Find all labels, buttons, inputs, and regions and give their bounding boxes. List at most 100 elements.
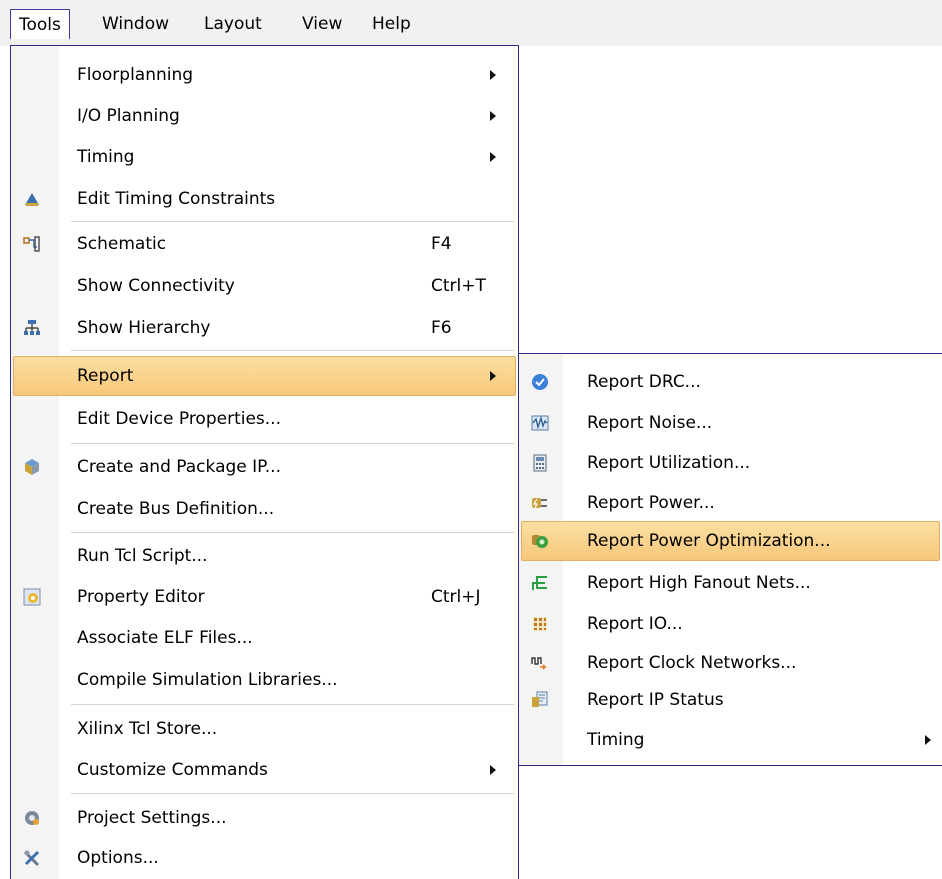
menu-help[interactable]: Help [364,9,419,39]
menu-item-create-bus-definition[interactable]: Create Bus Definition... [13,489,516,529]
menu-item-label: Report Noise... [587,413,713,433]
menu-item-label: Property Editor [77,587,205,607]
menu-item-run-tcl-script[interactable]: Run Tcl Script... [13,536,516,576]
menu-window[interactable]: Window [94,9,177,39]
menu-item-customize-commands[interactable]: Customize Commands [13,750,516,790]
menu-item-label: Options... [77,848,159,868]
menu-item-associate-elf-files[interactable]: Associate ELF Files... [13,618,516,658]
menu-item-show-connectivity[interactable]: Show Connectivity Ctrl+T [13,266,516,306]
report-submenu: Report DRC... Report Noise... Report Uti… [518,353,942,766]
menu-item-edit-timing-constraints[interactable]: Edit Timing Constraints [13,179,516,219]
project-settings-icon [23,809,41,827]
menu-layout-label: Layout [204,14,262,34]
menu-separator [71,793,514,794]
menu-item-label: Report Clock Networks... [587,653,797,673]
menu-item-label: Report IO... [587,614,683,634]
menu-item-report[interactable]: Report [13,356,516,396]
menu-bar: Tools Window Layout View Help [0,0,942,46]
menu-item-label: Schematic [77,234,167,254]
hierarchy-icon [23,319,41,337]
menu-tools[interactable]: Tools [10,9,70,39]
menu-item-label: Report Power Optimization... [587,531,831,551]
menu-item-label: Timing [77,147,135,167]
menu-item-report-clock-networks[interactable]: Report Clock Networks... [521,643,940,683]
menu-item-xilinx-tcl-store[interactable]: Xilinx Tcl Store... [13,709,516,749]
menu-item-report-utilization[interactable]: Report Utilization... [521,443,940,483]
options-icon [23,849,41,867]
menu-item-floorplanning[interactable]: Floorplanning [13,55,516,95]
menu-item-label: Customize Commands [77,760,268,780]
submenu-arrow-icon [490,371,496,381]
menu-item-shortcut: F4 [431,234,452,254]
menu-separator [71,221,514,222]
menu-item-report-ip-status[interactable]: Report IP Status [521,680,940,720]
menu-item-label: Report [77,366,134,386]
menu-layout[interactable]: Layout [196,9,270,39]
submenu-arrow-icon [490,152,496,162]
utilization-icon [531,454,549,472]
submenu-arrow-icon [490,70,496,80]
menu-item-label: Run Tcl Script... [77,546,208,566]
package-ip-icon [23,458,41,476]
menu-item-label: Create Bus Definition... [77,499,275,519]
menu-help-label: Help [372,14,411,34]
menu-item-schematic[interactable]: Schematic F4 [13,224,516,264]
menu-item-label: Show Hierarchy [77,318,211,338]
menu-item-report-noise[interactable]: Report Noise... [521,403,940,443]
submenu-arrow-icon [490,765,496,775]
menu-item-shortcut: Ctrl+T [431,276,486,296]
menu-item-label: Timing [587,730,645,750]
fanout-nets-icon [531,574,549,592]
menu-item-project-settings[interactable]: Project Settings... [13,798,516,838]
tools-menu: Floorplanning I/O Planning Timing Edit T… [10,45,519,879]
submenu-arrow-icon [490,111,496,121]
menu-item-compile-simulation-libraries[interactable]: Compile Simulation Libraries... [13,660,516,700]
menu-window-label: Window [102,14,170,34]
menu-item-shortcut: F6 [431,318,452,338]
menu-item-label: Create and Package IP... [77,457,281,477]
menu-item-report-timing[interactable]: Timing [521,720,940,760]
menu-item-label: Report IP Status [587,690,724,710]
submenu-arrow-icon [925,735,931,745]
menu-item-label: I/O Planning [77,106,180,126]
ip-status-icon [531,691,549,709]
power-optimization-icon [531,532,549,550]
menu-item-report-high-fanout-nets[interactable]: Report High Fanout Nets... [521,563,940,603]
menu-item-io-planning[interactable]: I/O Planning [13,96,516,136]
menu-item-report-power-optimization[interactable]: Report Power Optimization... [521,521,940,561]
menu-item-label: Edit Timing Constraints [77,189,276,209]
menu-item-label: Compile Simulation Libraries... [77,670,338,690]
clock-networks-icon [531,654,549,672]
menu-item-label: Xilinx Tcl Store... [77,719,218,739]
drc-check-icon [531,373,549,391]
menu-view[interactable]: View [294,9,350,39]
menu-separator [71,532,514,533]
menu-item-label: Report Power... [587,493,715,513]
menu-item-create-package-ip[interactable]: Create and Package IP... [13,447,516,487]
timing-constraints-icon [23,190,41,208]
power-icon [531,494,549,512]
menu-item-label: Edit Device Properties... [77,409,281,429]
menu-item-label: Floorplanning [77,65,194,85]
menu-item-timing[interactable]: Timing [13,137,516,177]
menu-item-show-hierarchy[interactable]: Show Hierarchy F6 [13,308,516,348]
menu-view-label: View [302,14,343,34]
menu-item-property-editor[interactable]: Property Editor Ctrl+J [13,577,516,617]
noise-icon [531,414,549,432]
menu-item-shortcut: Ctrl+J [431,587,481,607]
menu-item-options[interactable]: Options... [13,838,516,878]
menu-separator [71,350,514,351]
menu-item-report-drc[interactable]: Report DRC... [521,362,940,402]
menu-item-label: Associate ELF Files... [77,628,253,648]
menu-item-report-power[interactable]: Report Power... [521,483,940,523]
menu-item-report-io[interactable]: Report IO... [521,604,940,644]
menu-separator [71,704,514,705]
menu-item-label: Report High Fanout Nets... [587,573,811,593]
menu-item-edit-device-properties[interactable]: Edit Device Properties... [13,399,516,439]
menu-tools-label: Tools [19,15,61,35]
io-icon [531,615,549,633]
property-editor-icon [23,588,41,606]
menu-item-label: Report Utilization... [587,453,751,473]
schematic-icon [23,235,41,253]
menu-item-label: Report DRC... [587,372,701,392]
